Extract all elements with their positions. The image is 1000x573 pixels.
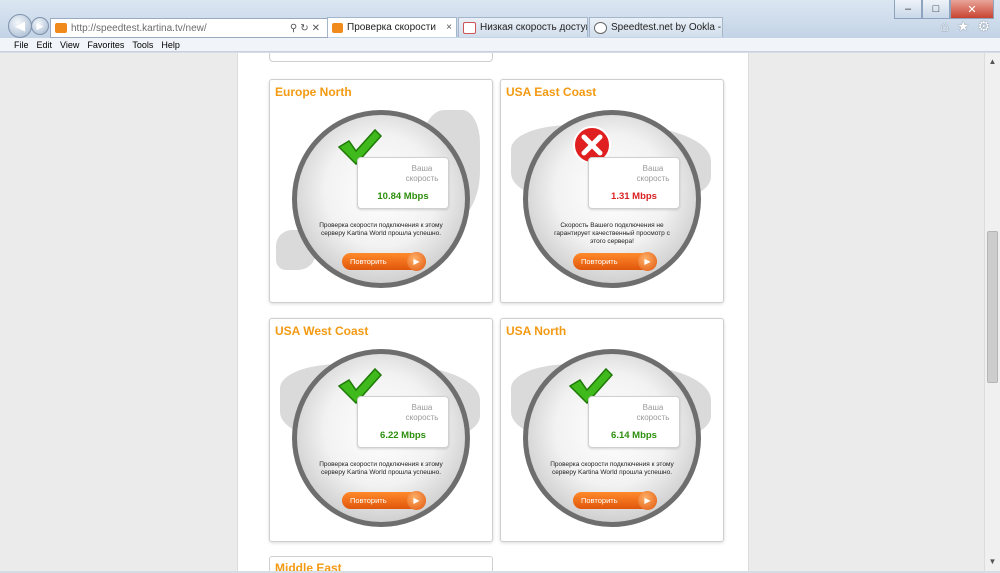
- server-card-usa-west-coast: USA West Coast Ваша скорость 6.22 Mbps П…: [269, 318, 493, 542]
- tab-label: Speedtest.net by Ookla - The G...: [611, 22, 722, 33]
- menu-edit[interactable]: Edit: [37, 40, 53, 50]
- scroll-up-icon[interactable]: ▲: [985, 55, 1000, 69]
- server-card-usa-north: USA North Ваша скорость 6.14 Mbps Провер…: [500, 318, 724, 542]
- search-icon[interactable]: ⚲: [290, 23, 300, 34]
- speed-box: Ваша скорость 6.14 Mbps: [588, 396, 680, 448]
- page-content: Europe North Ваша скорость 10.84 Mbps Пр…: [237, 53, 749, 571]
- speed-dial: Ваша скорость 6.14 Mbps Проверка скорост…: [523, 349, 701, 527]
- menu-favorites[interactable]: Favorites: [87, 40, 124, 50]
- menu-bar: File Edit View Favorites Tools Help: [0, 38, 1000, 52]
- star-icon[interactable]: ★: [957, 18, 970, 35]
- retry-label: Повторить: [581, 496, 618, 505]
- card-title: USA North: [506, 324, 567, 338]
- speed-value: 1.31 Mbps: [611, 191, 657, 202]
- home-icon[interactable]: ⌂: [940, 18, 948, 35]
- speed-label: Ваша скорость: [405, 403, 439, 422]
- tab-favicon: [594, 21, 607, 34]
- card-title: USA East Coast: [506, 85, 597, 99]
- result-message: Проверка скорости подключения к этому се…: [319, 222, 443, 237]
- card-title: Europe North: [275, 85, 352, 99]
- retry-button[interactable]: Повторить ▶: [573, 491, 657, 510]
- tab-label: Низкая скорость доступа к се...: [480, 22, 587, 33]
- forward-button[interactable]: ▶: [31, 17, 49, 35]
- speed-box: Ваша скорость 6.22 Mbps: [357, 396, 449, 448]
- forward-arrow-icon: ▶: [36, 20, 44, 31]
- speed-label: Ваша скорость: [636, 164, 670, 183]
- site-favicon: [55, 23, 67, 33]
- speed-value: 6.22 Mbps: [380, 430, 426, 441]
- speed-label: Ваша скорость: [405, 164, 439, 183]
- card-title: USA West Coast: [275, 324, 369, 338]
- play-icon: ▶: [638, 491, 657, 510]
- back-button[interactable]: ◀: [8, 14, 32, 38]
- play-icon: ▶: [407, 491, 426, 510]
- server-card-middle-east: Middle East: [269, 556, 493, 571]
- tab-low-speed[interactable]: Низкая скорость доступа к се...: [458, 17, 588, 37]
- server-card-usa-east-coast: USA East Coast Ваша скорость 1.31 Mbps С…: [500, 79, 724, 303]
- close-window-button[interactable]: ✕: [950, 0, 994, 19]
- browser-tools: ⌂ ★ ⚙: [940, 18, 990, 35]
- server-card-europe-north: Europe North Ваша скорость 10.84 Mbps Пр…: [269, 79, 493, 303]
- result-message: Проверка скорости подключения к этому се…: [550, 461, 674, 476]
- vertical-scrollbar[interactable]: ▲ ▼: [984, 53, 1000, 571]
- tab-favicon: [463, 21, 476, 34]
- back-arrow-icon: ◀: [15, 18, 25, 33]
- address-bar[interactable]: http://speedtest.kartina.tv/new/ ⚲↻✕: [50, 18, 328, 38]
- speed-dial: Ваша скорость 1.31 Mbps Скорость Вашего …: [523, 110, 701, 288]
- speed-dial: Ваша скорость 10.84 Mbps Проверка скорос…: [292, 110, 470, 288]
- previous-card-edge: [269, 53, 493, 62]
- tab-favicon: [332, 22, 343, 33]
- speed-dial: Ваша скорость 6.22 Mbps Проверка скорост…: [292, 349, 470, 527]
- menu-tools[interactable]: Tools: [132, 40, 153, 50]
- tab-close-icon[interactable]: ×: [442, 22, 452, 33]
- address-url[interactable]: http://speedtest.kartina.tv/new/: [71, 23, 290, 34]
- refresh-icon[interactable]: ↻: [300, 23, 311, 34]
- retry-label: Повторить: [350, 496, 387, 505]
- scroll-thumb[interactable]: [987, 231, 998, 383]
- play-icon: ▶: [638, 252, 657, 271]
- retry-button[interactable]: Повторить ▶: [573, 252, 657, 271]
- card-title: Middle East: [275, 561, 342, 571]
- retry-button[interactable]: Повторить ▶: [342, 491, 426, 510]
- retry-label: Повторить: [581, 257, 618, 266]
- speed-box: Ваша скорость 1.31 Mbps: [588, 157, 680, 209]
- play-icon: ▶: [407, 252, 426, 271]
- speed-label: Ваша скорость: [636, 403, 670, 422]
- menu-view[interactable]: View: [60, 40, 79, 50]
- tab-label: Проверка скорости: [347, 22, 436, 33]
- speed-value: 10.84 Mbps: [377, 191, 429, 202]
- minimize-button[interactable]: –: [894, 0, 922, 19]
- scroll-down-icon[interactable]: ▼: [985, 555, 1000, 569]
- browser-chrome: – □ ✕ ◀ ▶ http://speedtest.kartina.tv/ne…: [0, 0, 1000, 38]
- speed-value: 6.14 Mbps: [611, 430, 657, 441]
- speed-box: Ваша скорость 10.84 Mbps: [357, 157, 449, 209]
- menu-file[interactable]: File: [14, 40, 29, 50]
- menu-help[interactable]: Help: [161, 40, 180, 50]
- retry-label: Повторить: [350, 257, 387, 266]
- retry-button[interactable]: Повторить ▶: [342, 252, 426, 271]
- maximize-button[interactable]: □: [922, 0, 950, 19]
- tab-speedtest-net[interactable]: Speedtest.net by Ookla - The G...: [589, 17, 723, 37]
- tab-speed-test[interactable]: Проверка скорости ×: [327, 17, 457, 37]
- result-message: Скорость Вашего подключения не гарантиру…: [554, 222, 670, 245]
- window-controls: – □ ✕: [894, 0, 994, 19]
- address-actions: ⚲↻✕: [290, 23, 327, 34]
- result-message: Проверка скорости подключения к этому се…: [319, 461, 443, 476]
- page-viewport: Europe North Ваша скорость 10.84 Mbps Пр…: [0, 53, 984, 571]
- gear-icon[interactable]: ⚙: [977, 18, 990, 35]
- stop-icon[interactable]: ✕: [312, 23, 323, 34]
